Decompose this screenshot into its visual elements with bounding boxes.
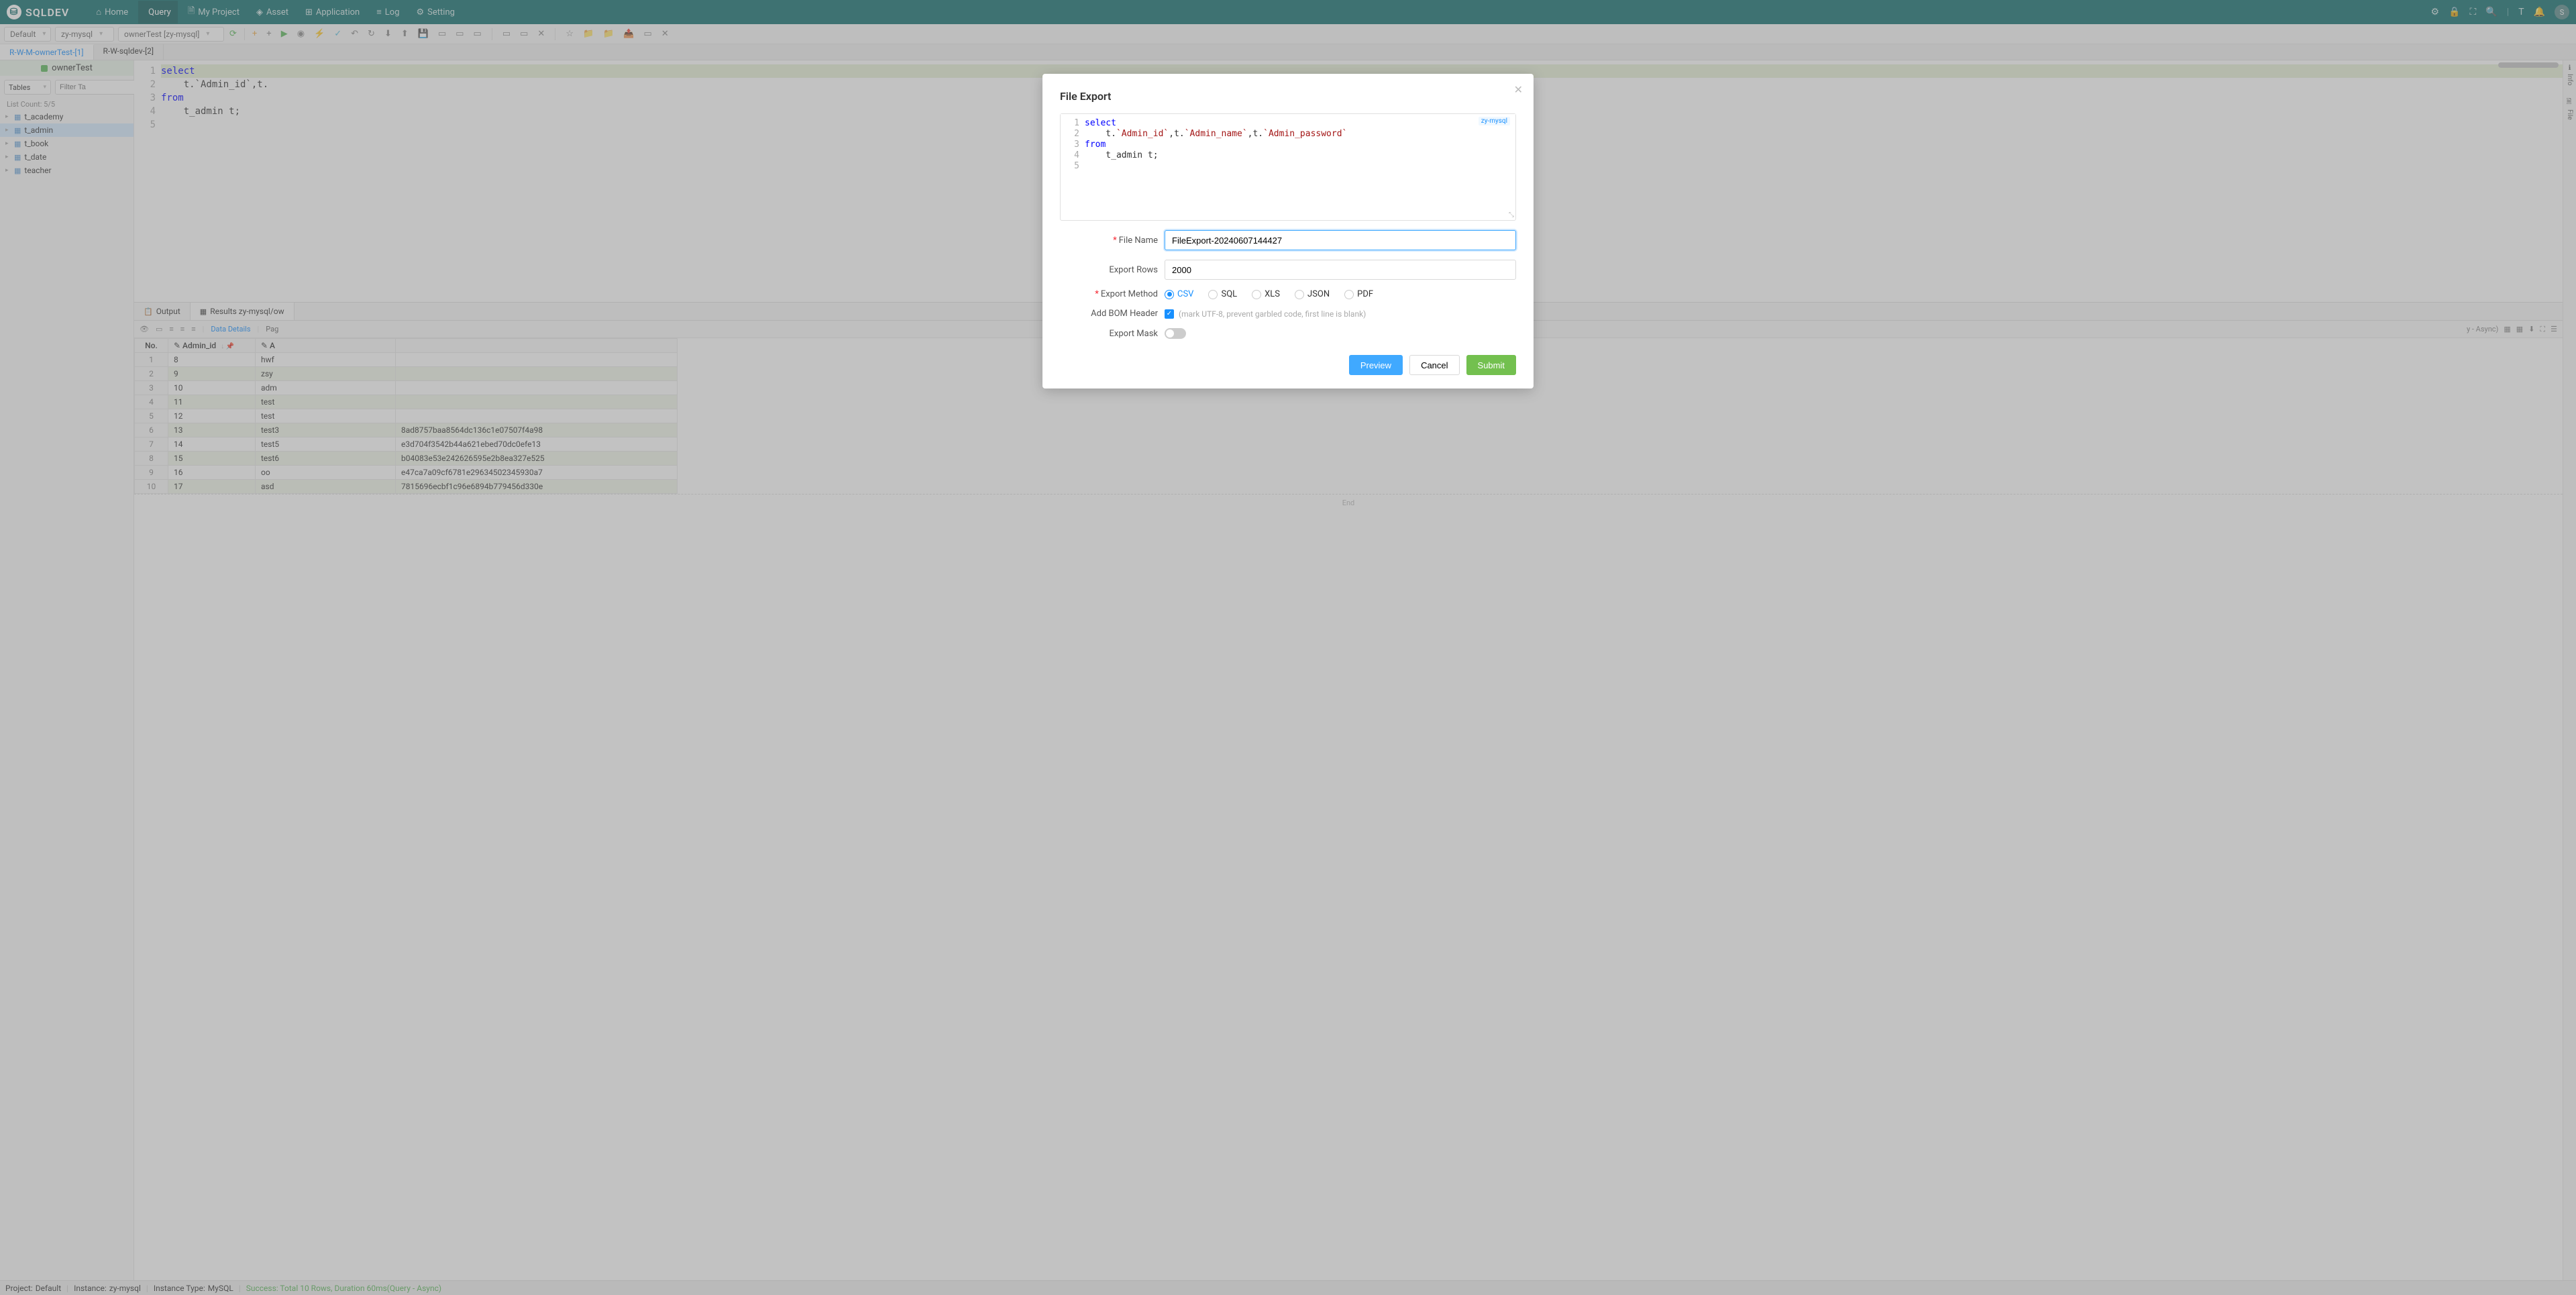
checkbox-checked-icon: ✓ — [1165, 309, 1174, 319]
file-export-modal: ✕ File Export zy-mysql 12345 select t.`A… — [1042, 74, 1534, 389]
radio-json[interactable]: JSON — [1295, 289, 1330, 299]
preview-button[interactable]: Preview — [1349, 355, 1403, 375]
file-name-label: *File Name — [1060, 236, 1165, 246]
radio-csv[interactable]: CSV — [1165, 289, 1193, 299]
mask-switch[interactable] — [1165, 328, 1186, 339]
modal-code-preview: zy-mysql 12345 select t.`Admin_id`,t.`Ad… — [1060, 113, 1516, 221]
modal-code-editor[interactable]: 12345 select t.`Admin_id`,t.`Admin_name`… — [1061, 114, 1515, 176]
modal-title: File Export — [1060, 90, 1516, 103]
bom-hint: (mark UTF-8, prevent garbled code, first… — [1179, 309, 1366, 319]
modal-footer: Preview Cancel Submit — [1060, 355, 1516, 375]
modal-overlay: ✕ File Export zy-mysql 12345 select t.`A… — [0, 0, 2576, 1295]
radio-sql[interactable]: SQL — [1208, 289, 1237, 299]
bom-checkbox[interactable]: ✓ (mark UTF-8, prevent garbled code, fir… — [1165, 309, 1366, 319]
code-badge: zy-mysql — [1479, 117, 1510, 125]
close-icon[interactable]: ✕ — [1514, 83, 1523, 96]
export-rows-input[interactable] — [1165, 260, 1516, 280]
radio-dot-icon — [1295, 290, 1304, 299]
radio-dot-icon — [1344, 290, 1354, 299]
resize-handle-icon[interactable]: ⤡ — [1509, 211, 1514, 219]
cancel-button[interactable]: Cancel — [1409, 355, 1459, 375]
radio-pdf[interactable]: PDF — [1344, 289, 1373, 299]
radio-dot-icon — [1208, 290, 1218, 299]
export-rows-label: Export Rows — [1060, 265, 1165, 275]
export-method-radios: CSV SQL XLS JSON PDF — [1165, 289, 1373, 299]
radio-xls[interactable]: XLS — [1252, 289, 1280, 299]
bom-label: Add BOM Header — [1060, 309, 1165, 319]
mask-label: Export Mask — [1060, 329, 1165, 339]
export-method-label: *Export Method — [1060, 289, 1165, 299]
file-name-input[interactable] — [1165, 230, 1516, 250]
submit-button[interactable]: Submit — [1466, 355, 1516, 375]
radio-dot-icon — [1165, 290, 1174, 299]
radio-dot-icon — [1252, 290, 1261, 299]
